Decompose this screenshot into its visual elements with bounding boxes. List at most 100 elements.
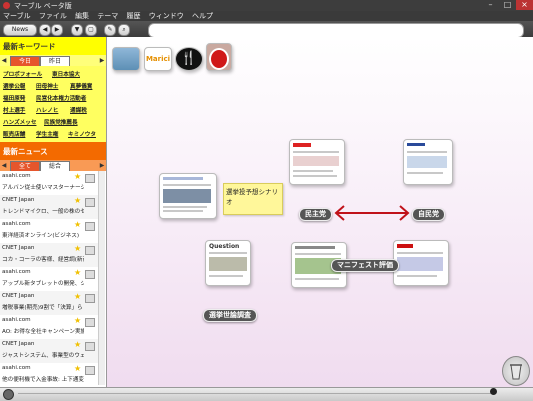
marici-logo[interactable]: Marici [144, 47, 172, 71]
star-icon[interactable]: ★ [74, 173, 81, 181]
close-button[interactable]: × [516, 0, 533, 10]
share-icon[interactable] [85, 270, 95, 279]
news-button[interactable]: News [3, 24, 37, 36]
keyword-item[interactable]: キミノウタ [68, 130, 96, 138]
keyword-item[interactable]: 民族党推薦長 [44, 118, 78, 126]
keyword-item[interactable]: 通謀税 [70, 106, 87, 114]
keyword-item[interactable]: 学生主権 [36, 130, 58, 138]
label-poll[interactable]: 選挙世論調査 [203, 309, 257, 322]
share-icon[interactable] [85, 342, 95, 351]
news-item[interactable]: CNET Japan ★ コカ・コーラの客様、経営調(新商業店) [0, 243, 98, 267]
news-item[interactable]: CNET Japan ★ トレンドマイクロ、一般の株のセキュリ [0, 195, 98, 219]
back-button[interactable]: ◀ [39, 24, 51, 36]
star-icon[interactable]: ★ [74, 317, 81, 325]
menu-item-file[interactable]: ファイル [36, 11, 70, 21]
search-input[interactable] [148, 23, 524, 38]
label-ldp[interactable]: 自民党 [412, 208, 445, 221]
news-item[interactable]: asahi.com ★ アップル新タブレットの開発、ジョブズ [0, 267, 98, 291]
news-scrollbar[interactable] [98, 171, 105, 385]
menu-item-marble[interactable]: マーブル [0, 11, 34, 21]
keyword-next-icon[interactable]: ▶ [99, 56, 105, 65]
keyword-item[interactable]: 村上選手 [3, 106, 25, 114]
tab-yesterday[interactable]: 昨日 [40, 56, 70, 66]
sticky-note[interactable]: 選挙投予想シナリオ [223, 183, 283, 215]
menu-item-help[interactable]: ヘルプ [189, 11, 216, 21]
keyword-item[interactable]: 福田原発 [3, 94, 25, 102]
star-icon[interactable]: ★ [74, 365, 81, 373]
web-thumbnail-yahoo[interactable] [393, 240, 449, 286]
keyword-item[interactable]: 民営化本権力活動者 [36, 94, 86, 102]
star-icon[interactable]: ★ [74, 245, 81, 253]
timeline-handle[interactable] [490, 388, 497, 395]
new-page-button[interactable]: ▢ [85, 24, 97, 36]
web-thumbnail-ldp[interactable] [403, 139, 453, 185]
menu-item-window[interactable]: ウィンドウ [146, 11, 187, 21]
news-next-icon[interactable]: ▶ [99, 161, 105, 170]
trash-icon[interactable] [502, 356, 530, 386]
tab-today[interactable]: 今日 [10, 56, 40, 66]
star-icon[interactable]: ★ [74, 221, 81, 229]
keyword-item[interactable]: 販売店舗 [3, 130, 25, 138]
web-thumbnail-scenario[interactable] [159, 173, 217, 219]
tab-all[interactable]: 全て [10, 161, 40, 171]
marble-canvas[interactable]: Marici 🍴 選挙投予想シナリオ 民主党 自民党 Question マニフェ… [107, 37, 533, 387]
dropdown-button[interactable]: ▼ [71, 24, 83, 36]
label-dpj[interactable]: 民主党 [299, 208, 332, 221]
timeline-track[interactable] [18, 393, 493, 394]
keyword-item[interactable]: プロポフォール [3, 70, 42, 78]
menu-item-edit[interactable]: 編集 [72, 11, 92, 21]
forward-arrow-icon: ▶ [54, 26, 60, 33]
share-icon[interactable] [85, 222, 95, 231]
keyword-item[interactable]: 真夢儀賞 [70, 82, 92, 90]
share-icon[interactable] [85, 366, 95, 375]
star-icon[interactable]: ★ [74, 341, 81, 349]
web-thumbnail-question[interactable]: Question [205, 240, 251, 286]
label-manifesto[interactable]: マニフェスト評価 [331, 259, 399, 272]
forward-button[interactable]: ▶ [51, 24, 63, 36]
keyword-item[interactable]: 田母神士 [36, 82, 58, 90]
share-icon[interactable] [85, 294, 95, 303]
share-icon[interactable] [85, 198, 95, 207]
relation-arrow[interactable] [331, 203, 413, 223]
news-item[interactable]: asahi.com ★ アルバン従士使いマスターナーシティ [0, 171, 98, 195]
back-arrow-icon: ◀ [42, 26, 48, 33]
edit-button[interactable]: ✎ [104, 24, 116, 36]
share-icon[interactable] [85, 174, 95, 183]
menu-item-history[interactable]: 履歴 [124, 11, 144, 21]
label-dpj-text: 民主党 [305, 210, 326, 218]
news-item[interactable]: asahi.com ★ AO: お得な全社キャンペーン実施中 [0, 315, 98, 339]
news-item[interactable]: asahi.com ★ 他の便利機で入金事故: 上下通変 [0, 363, 98, 387]
menu-item-theme[interactable]: テーマ [94, 11, 121, 21]
star-icon[interactable]: ★ [74, 293, 81, 301]
news-prev-icon[interactable]: ◀ [1, 161, 7, 170]
share-icon[interactable] [85, 246, 95, 255]
knife-fork-icon[interactable]: 🍴 [175, 47, 203, 71]
sky-thumbnail[interactable] [112, 47, 140, 71]
tab-today-label: 今日 [18, 58, 31, 65]
news-item[interactable]: CNET Japan ★ 増税事業(期売)9割で「決算」ら [0, 291, 98, 315]
daruma-icon[interactable] [206, 43, 232, 71]
news-item[interactable]: asahi.com ★ 東洋経済オンライン(ビジネス) [0, 219, 98, 243]
news-item[interactable]: CNET Japan ★ ジャストシステム、事業型のウェブ [0, 339, 98, 363]
menu-bar: マーブル ファイル 編集 テーマ 履歴 ウィンドウ ヘルプ [0, 11, 533, 21]
timeline-bar[interactable] [0, 387, 533, 401]
maximize-button[interactable]: □ [499, 0, 516, 10]
star-icon[interactable]: ★ [74, 269, 81, 277]
news-title: アルバン従士使いマスターナーシティ [2, 185, 84, 191]
news-source: CNET Japan [2, 341, 35, 347]
minimize-button[interactable]: – [482, 0, 499, 10]
keyword-item[interactable]: ハレノヒ [36, 106, 58, 114]
keyword-item[interactable]: 選挙公報 [3, 82, 25, 90]
news-source: CNET Japan [2, 245, 35, 251]
keyword-list: プロポフォール 東日本協大 選挙公報 田母神士 真夢儀賞 福田原発 民営化本権力… [0, 66, 106, 142]
star-icon[interactable]: ★ [74, 197, 81, 205]
share-icon[interactable] [85, 318, 95, 327]
search-toggle-button[interactable]: ⌕ [118, 24, 130, 36]
clock-icon[interactable] [3, 389, 14, 400]
keyword-prev-icon[interactable]: ◀ [1, 56, 7, 65]
web-thumbnail-dpj[interactable] [289, 139, 345, 185]
keyword-item[interactable]: ハンズメッセ [3, 118, 36, 126]
keyword-item[interactable]: 東日本協大 [52, 70, 80, 78]
tab-general[interactable]: 総合 [40, 161, 70, 171]
news-title: AO: お得な全社キャンペーン実施中 [2, 329, 84, 335]
